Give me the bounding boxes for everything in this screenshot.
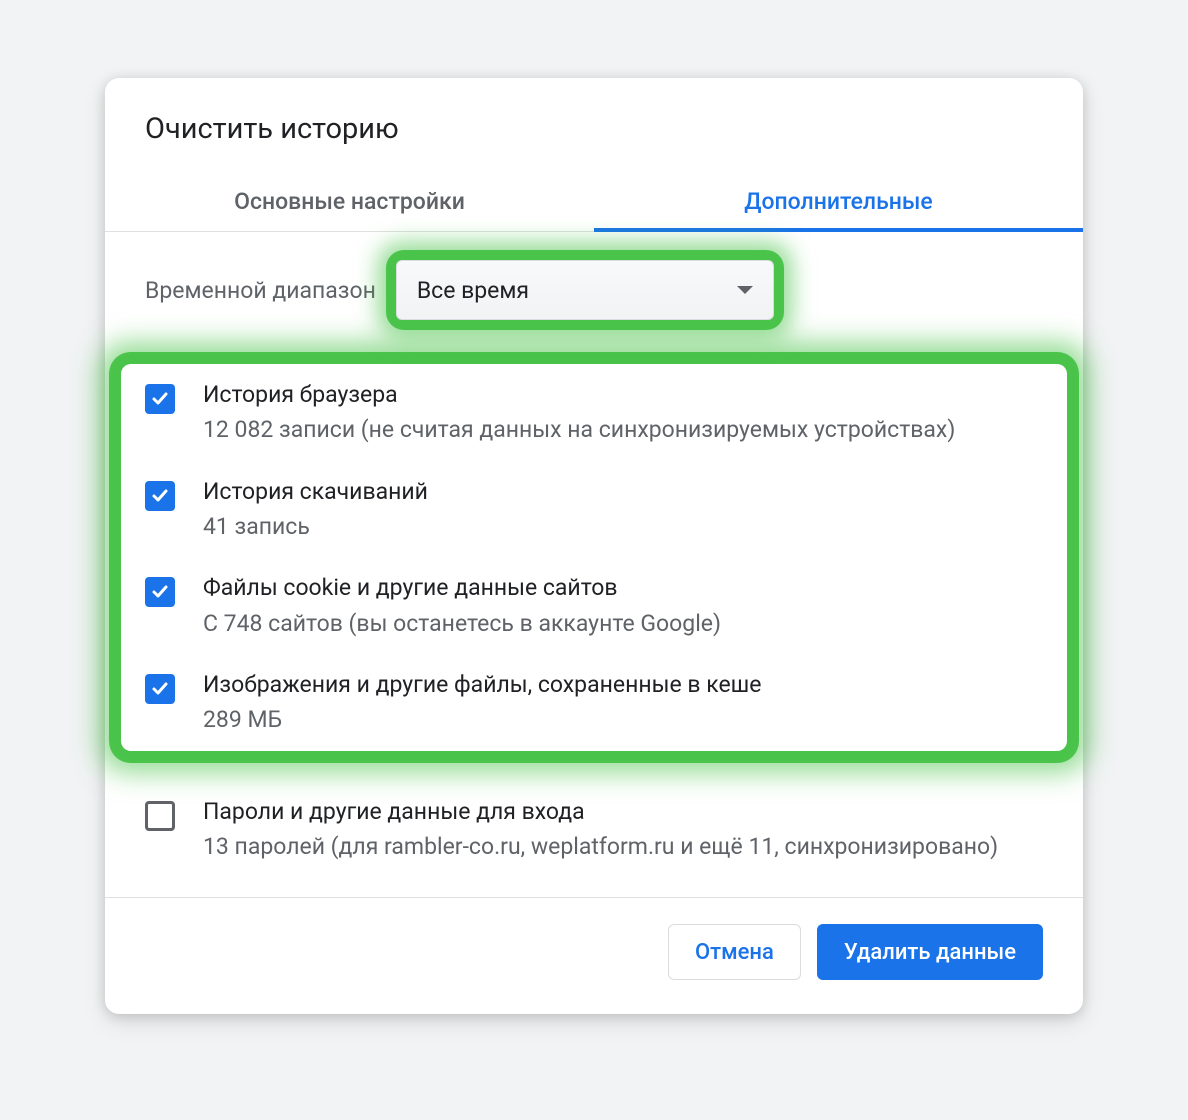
item-browsing-history: История браузера 12 082 записи (не счита… (121, 364, 1067, 461)
check-icon (151, 487, 169, 505)
item-sub: 41 запись (203, 510, 1043, 543)
tab-basic[interactable]: Основные настройки (105, 174, 594, 231)
time-range-row: Временной диапазон Все время (105, 232, 1083, 338)
dialog-body: Временной диапазон Все время История бра… (105, 232, 1083, 1014)
item-text: История скачиваний 41 запись (203, 475, 1043, 544)
check-icon (151, 390, 169, 408)
item-title: История скачиваний (203, 475, 1043, 508)
time-range-highlight: Все время (396, 260, 774, 320)
item-title: История браузера (203, 378, 1043, 411)
item-title: Пароли и другие данные для входа (203, 795, 1043, 828)
item-cached-images: Изображения и другие файлы, сохраненные … (121, 654, 1067, 751)
clear-history-dialog: Очистить историю Основные настройки Допо… (105, 78, 1083, 1014)
item-cookies: Файлы cookie и другие данные сайтов С 74… (121, 557, 1067, 654)
item-title: Изображения и другие файлы, сохраненные … (203, 668, 1043, 701)
checkbox-download-history[interactable] (145, 481, 175, 511)
check-icon (151, 583, 169, 601)
time-range-label: Временной диапазон (145, 277, 376, 304)
item-download-history: История скачиваний 41 запись (121, 461, 1067, 558)
highlighted-items-group: История браузера 12 082 записи (не счита… (121, 364, 1067, 751)
unhighlighted-items-group: Пароли и другие данные для входа 13 паро… (105, 781, 1083, 878)
confirm-button[interactable]: Удалить данные (817, 924, 1043, 980)
tab-advanced[interactable]: Дополнительные (594, 174, 1083, 231)
dialog-footer: Отмена Удалить данные (105, 898, 1083, 1014)
item-text: Изображения и другие файлы, сохраненные … (203, 668, 1043, 737)
time-range-select[interactable]: Все время (396, 260, 774, 320)
time-range-value: Все время (417, 277, 529, 304)
item-sub: 12 082 записи (не считая данных на синхр… (203, 413, 1043, 446)
tabs: Основные настройки Дополнительные (105, 174, 1083, 232)
item-text: Файлы cookie и другие данные сайтов С 74… (203, 571, 1043, 640)
dialog-title: Очистить историю (105, 78, 1083, 174)
item-text: Пароли и другие данные для входа 13 паро… (203, 795, 1043, 864)
chevron-down-icon (737, 286, 753, 294)
check-icon (151, 680, 169, 698)
item-sub: 13 паролей (для rambler-co.ru, weplatfor… (203, 830, 1043, 863)
item-passwords: Пароли и другие данные для входа 13 паро… (105, 781, 1083, 878)
cancel-button[interactable]: Отмена (668, 924, 801, 980)
checkbox-cached-images[interactable] (145, 674, 175, 704)
checkbox-cookies[interactable] (145, 577, 175, 607)
checkbox-browsing-history[interactable] (145, 384, 175, 414)
item-text: История браузера 12 082 записи (не счита… (203, 378, 1043, 447)
item-sub: 289 МБ (203, 703, 1043, 736)
item-title: Файлы cookie и другие данные сайтов (203, 571, 1043, 604)
item-sub: С 748 сайтов (вы останетесь в аккаунте G… (203, 607, 1043, 640)
checkbox-passwords[interactable] (145, 801, 175, 831)
